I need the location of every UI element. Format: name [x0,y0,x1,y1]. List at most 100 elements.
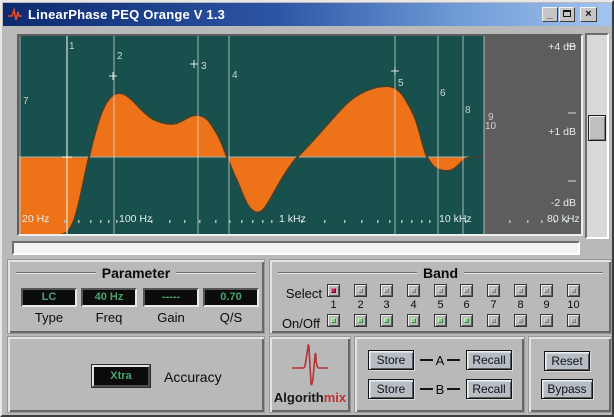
onoff-row-label: On/Off [270,316,320,331]
freq-minor-tick [429,220,431,223]
dash [447,388,460,390]
freq-minor-tick [421,220,423,223]
title-bar[interactable]: LinearPhase PEQ Orange V 1.3 _ × [3,3,611,26]
freq-minor-tick [100,220,102,223]
minimize-button[interactable]: _ [542,7,558,22]
param-field-type[interactable]: LC [21,288,77,307]
eq-response-graph[interactable]: 20 Hz100 Hz1 kHz10 kHz80 kHz+4 dB+1 dB-2… [19,36,581,234]
band-number-label-7: 7 [23,96,29,107]
band-select-button-5[interactable] [434,284,447,297]
param-label-freq: Freq [81,310,137,325]
close-button[interactable]: × [580,7,597,22]
band-onoff-button-7[interactable] [487,314,500,327]
divider [278,272,417,274]
maximize-icon [563,10,571,17]
onoff-led-7 [491,318,496,323]
freq-minor-tick [527,220,529,223]
band-number-label-2: 2 [117,51,123,62]
select-led-7 [491,288,496,293]
maximize-button[interactable] [559,7,575,22]
accuracy-mode-button[interactable]: Xtra [92,365,150,387]
band-number-label-5: 5 [398,78,404,89]
freq-minor-tick [90,220,92,223]
param-field-gain[interactable]: ----- [143,288,199,307]
store-b-button[interactable]: Store [368,379,414,399]
gain-range-slider-thumb[interactable] [588,115,606,141]
band-select-button-4[interactable] [407,284,420,297]
freq-minor-tick [184,220,186,223]
band-number-6: 6 [459,299,474,311]
select-led-10 [571,288,576,293]
dash [420,359,433,361]
freq-minor-tick [389,220,391,223]
freq-label: 20 Hz [22,213,49,225]
freq-minor-tick [344,220,346,223]
band-select-button-1[interactable] [327,284,340,297]
freq-minor-tick [401,220,403,223]
store-a-button[interactable]: Store [368,350,414,370]
recall-b-button[interactable]: Recall [466,379,512,399]
frequency-range-slider[interactable] [12,241,580,255]
band-number-label-4: 4 [232,70,238,81]
select-led-4 [411,288,416,293]
algorithmix-logo-text: Algorithmix [269,390,351,405]
select-led-2 [358,288,363,293]
band-title: Band [417,265,464,281]
band-onoff-button-6[interactable] [460,314,473,327]
freq-minor-tick [116,220,118,223]
freq-minor-tick [252,220,254,223]
band-number-9: 9 [539,299,554,311]
eq-display[interactable]: 20 Hz100 Hz1 kHz10 kHz80 kHz+4 dB+1 dB-2… [17,34,583,236]
freq-minor-tick [411,220,413,223]
freq-minor-tick [78,220,80,223]
freq-label: 80 kHz [547,213,580,225]
band-number-10: 10 [566,299,581,311]
band-onoff-button-9[interactable] [540,314,553,327]
preset-b-label: B [436,382,445,397]
freq-minor-tick [509,220,511,223]
freq-label: 1 kHz [279,213,306,225]
db-label: -2 dB [551,197,576,209]
gain-range-slider[interactable] [585,33,609,239]
recall-a-button[interactable]: Recall [466,350,512,370]
dash [420,388,433,390]
param-field-freq[interactable]: 40 Hz [81,288,137,307]
band-select-button-3[interactable] [380,284,393,297]
bypass-button[interactable]: Bypass [541,379,593,399]
freq-minor-tick [377,220,379,223]
app-icon [7,7,23,23]
band-onoff-button-1[interactable] [327,314,340,327]
band-number-label-1: 1 [69,41,75,52]
onoff-led-5 [438,318,443,323]
band-number-3: 3 [379,299,394,311]
band-onoff-button-5[interactable] [434,314,447,327]
freq-minor-tick [241,220,243,223]
freq-minor-tick [541,220,543,223]
param-field-qs[interactable]: 0.70 [203,288,259,307]
logo-text-red: mix [324,390,346,405]
band-select-button-2[interactable] [354,284,367,297]
band-select-button-9[interactable] [540,284,553,297]
parameter-panel: Parameter LCType40 HzFreq-----Gain0.70Q/… [7,259,265,334]
band-number-7: 7 [486,299,501,311]
band-onoff-button-3[interactable] [380,314,393,327]
band-number-label-6: 6 [440,88,446,99]
band-select-button-7[interactable] [487,284,500,297]
freq-minor-tick [361,220,363,223]
band-number-label-10: 10 [485,121,497,132]
band-select-button-8[interactable] [514,284,527,297]
onoff-led-10 [571,318,576,323]
band-onoff-button-4[interactable] [407,314,420,327]
band-onoff-button-2[interactable] [354,314,367,327]
accuracy-label: Accuracy [164,369,222,385]
param-label-gain: Gain [143,310,199,325]
actions-panel [528,336,612,413]
reset-button[interactable]: Reset [544,351,590,371]
band-number-1: 1 [326,299,341,311]
band-select-button-10[interactable] [567,284,580,297]
freq-label: 10 kHz [439,213,472,225]
band-header: Band [278,265,603,281]
band-select-button-6[interactable] [460,284,473,297]
band-onoff-button-10[interactable] [567,314,580,327]
band-onoff-button-8[interactable] [514,314,527,327]
